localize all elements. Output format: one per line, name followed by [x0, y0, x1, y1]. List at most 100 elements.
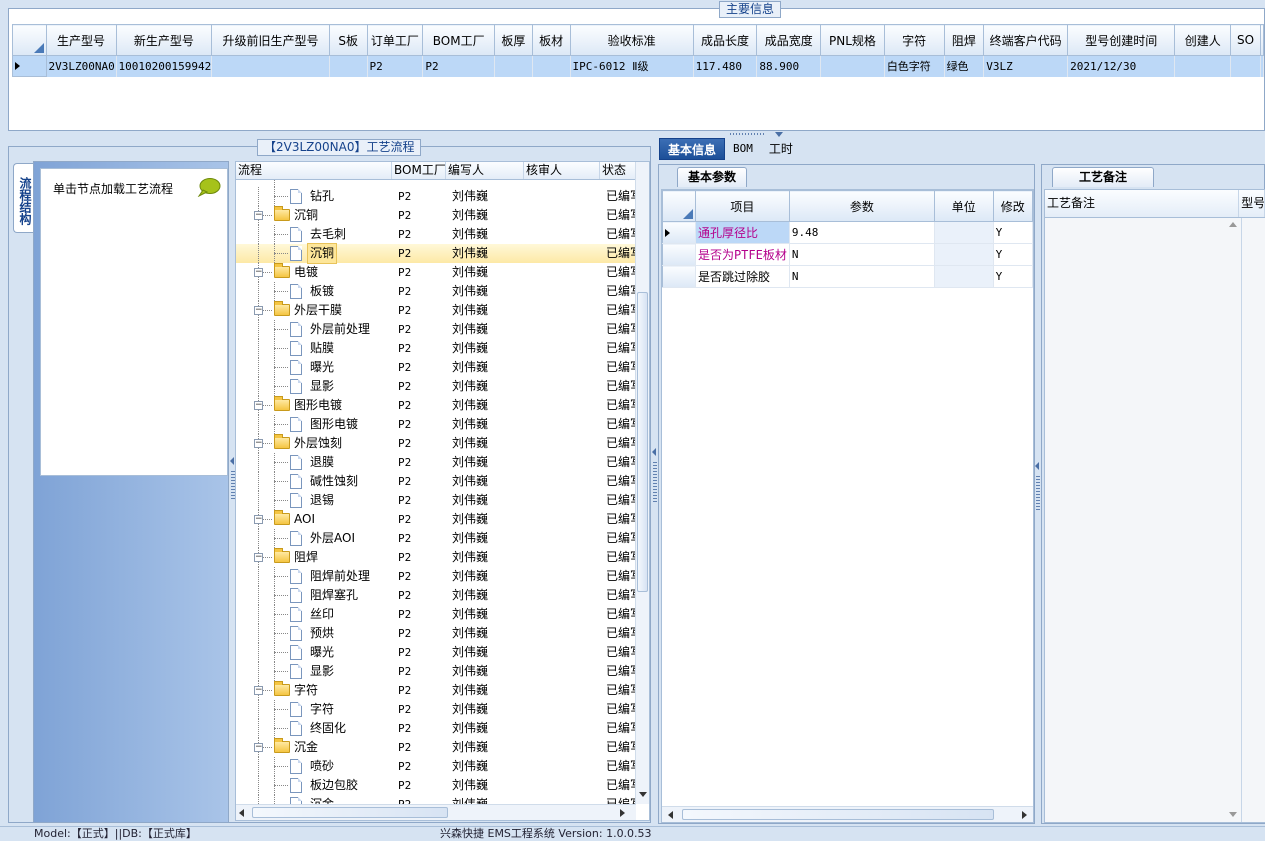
- tree-row[interactable]: 外层AOI P2 刘伟巍 已编写: [236, 529, 636, 548]
- param-unit-cell[interactable]: [934, 243, 994, 266]
- tree-vertical-scrollbar[interactable]: [635, 162, 649, 804]
- right-splitter-grip[interactable]: [1036, 476, 1040, 512]
- cell[interactable]: [820, 55, 885, 77]
- notes-scroll-up-icon[interactable]: [1229, 222, 1237, 227]
- cell[interactable]: P2: [422, 55, 495, 77]
- tree-row[interactable]: − 字符 P2 刘伟巍 已编写: [236, 681, 636, 700]
- horizontal-splitter-grip[interactable]: [730, 133, 766, 135]
- param-item-cell[interactable]: 通孔厚径比: [695, 221, 790, 244]
- tree-hscroll-thumb[interactable]: [252, 807, 448, 818]
- col-header[interactable]: BOM工厂: [422, 24, 495, 56]
- main-info-grid[interactable]: 生产型号 新生产型号 升级前旧生产型号 S板 订单工厂 BOM工厂 板厚 板材 验收标准 成品长度…: [12, 24, 1264, 79]
- col-header[interactable]: 板材: [531, 24, 571, 56]
- tree-horizontal-scrollbar[interactable]: [236, 804, 636, 820]
- tree-row[interactable]: 曝光 P2 刘伟巍 已编写: [236, 643, 636, 662]
- cell[interactable]: [494, 55, 533, 77]
- tree-row[interactable]: 去毛刺 P2 刘伟巍 已编写: [236, 225, 636, 244]
- tree-row[interactable]: 字符 P2 刘伟巍 已编写: [236, 700, 636, 719]
- tree-row[interactable]: 阻焊前处理 P2 刘伟巍 已编写: [236, 567, 636, 586]
- cell[interactable]: V3LZ: [983, 55, 1069, 77]
- tree-row[interactable]: 沉铜 P2 刘伟巍 已编写: [236, 243, 636, 264]
- side-tab-flow-structure[interactable]: 流程结构: [13, 163, 35, 233]
- scroll-down-arrow-icon[interactable]: [639, 792, 647, 797]
- col-header[interactable]: 升级前旧生产型号: [211, 24, 330, 56]
- tree-row[interactable]: 丝印 P2 刘伟巍 已编写: [236, 605, 636, 624]
- center-splitter-grip[interactable]: [653, 462, 657, 502]
- param-item-cell[interactable]: 是否跳过除胶: [695, 265, 790, 288]
- col-bom-factory[interactable]: BOM工厂: [392, 162, 446, 179]
- tree-row[interactable]: 板镀 P2 刘伟巍 已编写: [236, 282, 636, 301]
- col-header[interactable]: 型号创建时间: [1067, 24, 1176, 56]
- process-notes-tab[interactable]: 工艺备注: [1052, 167, 1155, 187]
- collapse-right-arrow-icon[interactable]: [1035, 462, 1039, 470]
- tree-row[interactable]: 终固化 P2 刘伟巍 已编写: [236, 719, 636, 738]
- col-process-note[interactable]: 工艺备注: [1045, 190, 1240, 217]
- param-item-cell[interactable]: 是否为PTFE板材: [695, 243, 790, 266]
- process-tree-grid[interactable]: 流程 BOM工厂 编写人 核审人 状态 钻孔P2刘伟巍已编写−沉铜P2刘伟巍已编…: [235, 161, 650, 821]
- collapse-node-icon[interactable]: −: [254, 306, 263, 315]
- tree-row[interactable]: − 沉铜 P2 刘伟巍 已编写: [236, 206, 636, 225]
- tab-bom[interactable]: BOM: [725, 138, 761, 160]
- cell[interactable]: IPC-6012 Ⅱ级: [570, 55, 694, 77]
- speech-bubble-icon[interactable]: [197, 177, 221, 197]
- cell[interactable]: 2021/12/30: [1067, 55, 1176, 77]
- tree-vscroll-thumb[interactable]: [637, 292, 648, 592]
- cell[interactable]: 117.480: [693, 55, 758, 77]
- param-value-cell[interactable]: N: [789, 265, 935, 288]
- collapse-node-icon[interactable]: −: [254, 553, 263, 562]
- basic-params-tab[interactable]: 基本参数: [677, 167, 748, 187]
- collapse-node-icon[interactable]: −: [254, 268, 263, 277]
- flow-structure-list[interactable]: 单击节点加载工艺流程: [40, 168, 228, 476]
- tree-row[interactable]: − 图形电镀 P2 刘伟巍 已编写: [236, 396, 636, 415]
- params-scroll-left-icon[interactable]: [668, 811, 673, 819]
- col-header[interactable]: S板: [328, 24, 368, 56]
- param-row[interactable]: 是否为PTFE板材 N Y: [662, 243, 1033, 266]
- col-header[interactable]: PNL规格: [820, 24, 885, 56]
- tree-row[interactable]: − 外层干膜 P2 刘伟巍 已编写: [236, 301, 636, 320]
- tree-row[interactable]: 显影 P2 刘伟巍 已编写: [236, 377, 636, 396]
- col-header[interactable]: 成品宽度: [756, 24, 822, 56]
- col-header[interactable]: 字符: [883, 24, 945, 56]
- param-modified-cell[interactable]: Y: [993, 265, 1033, 288]
- param-value-cell[interactable]: N: [789, 243, 935, 266]
- tree-row[interactable]: 退膜 P2 刘伟巍 已编写: [236, 453, 636, 472]
- params-scroll-right-icon[interactable]: [1022, 811, 1027, 819]
- col-item[interactable]: 项目: [694, 190, 790, 222]
- tree-row[interactable]: 贴膜 P2 刘伟巍 已编写: [236, 339, 636, 358]
- collapse-arrow-icon[interactable]: [775, 132, 783, 137]
- col-param[interactable]: 参数: [788, 190, 935, 222]
- tree-row[interactable]: 预烘 P2 刘伟巍 已编写: [236, 624, 636, 643]
- col-modified[interactable]: 修改: [992, 190, 1033, 222]
- scroll-left-arrow-icon[interactable]: [239, 809, 244, 817]
- param-row[interactable]: 是否跳过除胶 N Y: [662, 265, 1033, 288]
- col-writer[interactable]: 编写人: [446, 162, 524, 179]
- col-header[interactable]: 验收标准: [569, 24, 694, 56]
- cell[interactable]: [1174, 55, 1232, 77]
- tree-row[interactable]: − 电镀 P2 刘伟巍 已编写: [236, 263, 636, 282]
- collapse-node-icon[interactable]: −: [254, 211, 263, 220]
- collapse-center-arrow-icon[interactable]: [652, 448, 656, 456]
- col-header[interactable]: 板厚: [494, 24, 533, 56]
- tree-row[interactable]: − 沉金 P2 刘伟巍 已编写: [236, 738, 636, 757]
- notes-scroll-down-icon[interactable]: [1229, 812, 1237, 817]
- cell[interactable]: [532, 55, 571, 77]
- col-unit[interactable]: 单位: [933, 190, 994, 222]
- col-header[interactable]: 阻焊: [943, 24, 985, 56]
- col-reviewer[interactable]: 核审人: [524, 162, 600, 179]
- tree-row[interactable]: − 外层蚀刻 P2 刘伟巍 已编写: [236, 434, 636, 453]
- col-status[interactable]: 状态: [600, 162, 636, 179]
- params-hscroll-thumb[interactable]: [682, 809, 994, 820]
- param-unit-cell[interactable]: [934, 221, 994, 244]
- collapse-node-icon[interactable]: −: [254, 743, 263, 752]
- col-header[interactable]: SO: [1230, 24, 1261, 56]
- collapse-node-icon[interactable]: −: [254, 401, 263, 410]
- tree-row[interactable]: 显影 P2 刘伟巍 已编写: [236, 662, 636, 681]
- param-row[interactable]: 通孔厚径比 9.48 Y: [662, 221, 1033, 244]
- tree-row[interactable]: 阻焊塞孔 P2 刘伟巍 已编写: [236, 586, 636, 605]
- tree-row[interactable]: 图形电镀 P2 刘伟巍 已编写: [236, 415, 636, 434]
- cell[interactable]: 2V3LZ00NA0: [46, 55, 117, 77]
- tree-row[interactable]: 钻孔 P2 刘伟巍 已编写: [236, 187, 636, 206]
- collapse-left-arrow-icon[interactable]: [230, 457, 234, 465]
- tree-row[interactable]: − AOI P2 刘伟巍 已编写: [236, 510, 636, 529]
- collapse-node-icon[interactable]: −: [254, 686, 263, 695]
